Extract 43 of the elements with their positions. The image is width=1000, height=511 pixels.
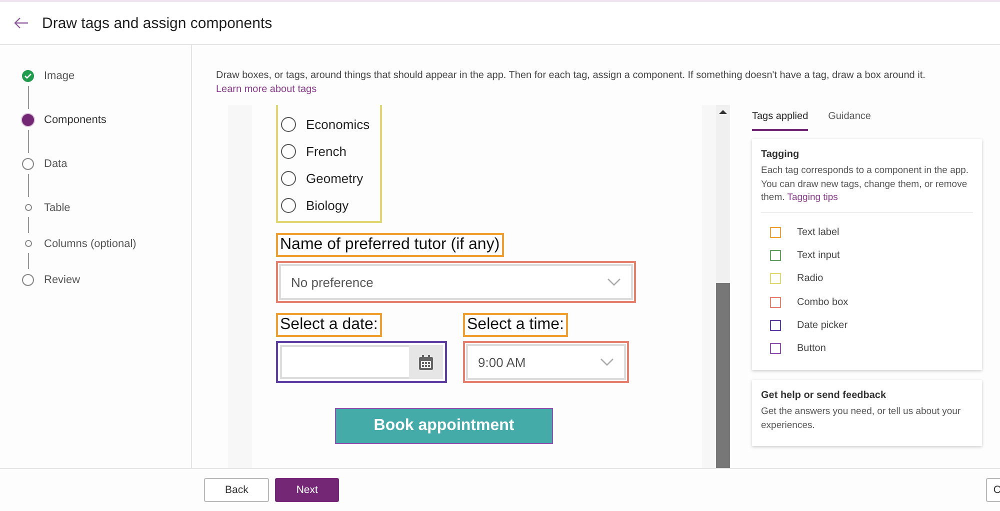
radio-label: Biology: [306, 198, 349, 213]
radio-label: French: [306, 144, 346, 159]
tag-label: Radio: [797, 273, 824, 284]
chevron-down-icon: [607, 278, 621, 286]
form-label: Select a date:: [276, 313, 382, 337]
card-title: Tagging: [761, 149, 800, 160]
back-arrow-icon[interactable]: [14, 17, 28, 29]
radio-button[interactable]: [281, 117, 296, 132]
step-label[interactable]: Table: [44, 201, 70, 215]
panel-tab[interactable]: Tags applied: [752, 105, 808, 131]
tagging-tips-link[interactable]: Tagging tips: [787, 192, 838, 203]
card-text: Each tag corresponds to a component in the app. You can draw new tags, change them, or remove them. Tagging tips: [761, 164, 970, 204]
tag-label: Date picker: [797, 320, 848, 331]
page-title: Draw tags and assign components: [42, 14, 272, 32]
tag-label: Text input: [797, 250, 840, 261]
radio-button[interactable]: [281, 198, 296, 213]
back-button[interactable]: Back: [204, 478, 270, 502]
radio-label: Geometry: [306, 171, 364, 186]
radio-button[interactable]: [281, 171, 296, 186]
radio-label: Economics: [306, 117, 370, 132]
card-text: Get the answers you need, or tell us about your experiences.: [761, 405, 962, 432]
learn-more-link[interactable]: Learn more about tags: [216, 84, 317, 95]
form-label: Select a time:: [463, 313, 568, 337]
radio-button[interactable]: [281, 144, 296, 159]
step-label[interactable]: Components: [44, 113, 106, 127]
panel-tab[interactable]: Guidance: [828, 105, 871, 131]
calendar-icon: [418, 354, 434, 370]
scrollbar[interactable]: [716, 105, 730, 468]
step-label[interactable]: Data: [44, 157, 68, 171]
step-label[interactable]: Review: [44, 273, 80, 287]
scroll-up-icon[interactable]: [719, 109, 727, 115]
form-label: Name of preferred tutor (if any): [276, 233, 504, 257]
card-title: Get help or send feedback: [761, 390, 888, 402]
tag-label: Text label: [797, 226, 840, 238]
next-button[interactable]: Next: [275, 478, 339, 502]
radio-tag[interactable]: Economics French Geometry Biology: [276, 105, 382, 223]
tag-label: Button: [797, 343, 826, 354]
step-label[interactable]: Columns (optional): [44, 237, 136, 251]
tag-label: Combo box: [797, 296, 848, 308]
chevron-down-icon: [600, 358, 614, 366]
intro-text: Draw boxes, or tags, around things that should appear in the app. Then for each tag, assign a component. If something doesn't have a tag, draw a box around it. Learn more about tags: [216, 69, 926, 97]
date-picker[interactable]: [276, 341, 447, 383]
step-label[interactable]: Image: [44, 69, 75, 83]
